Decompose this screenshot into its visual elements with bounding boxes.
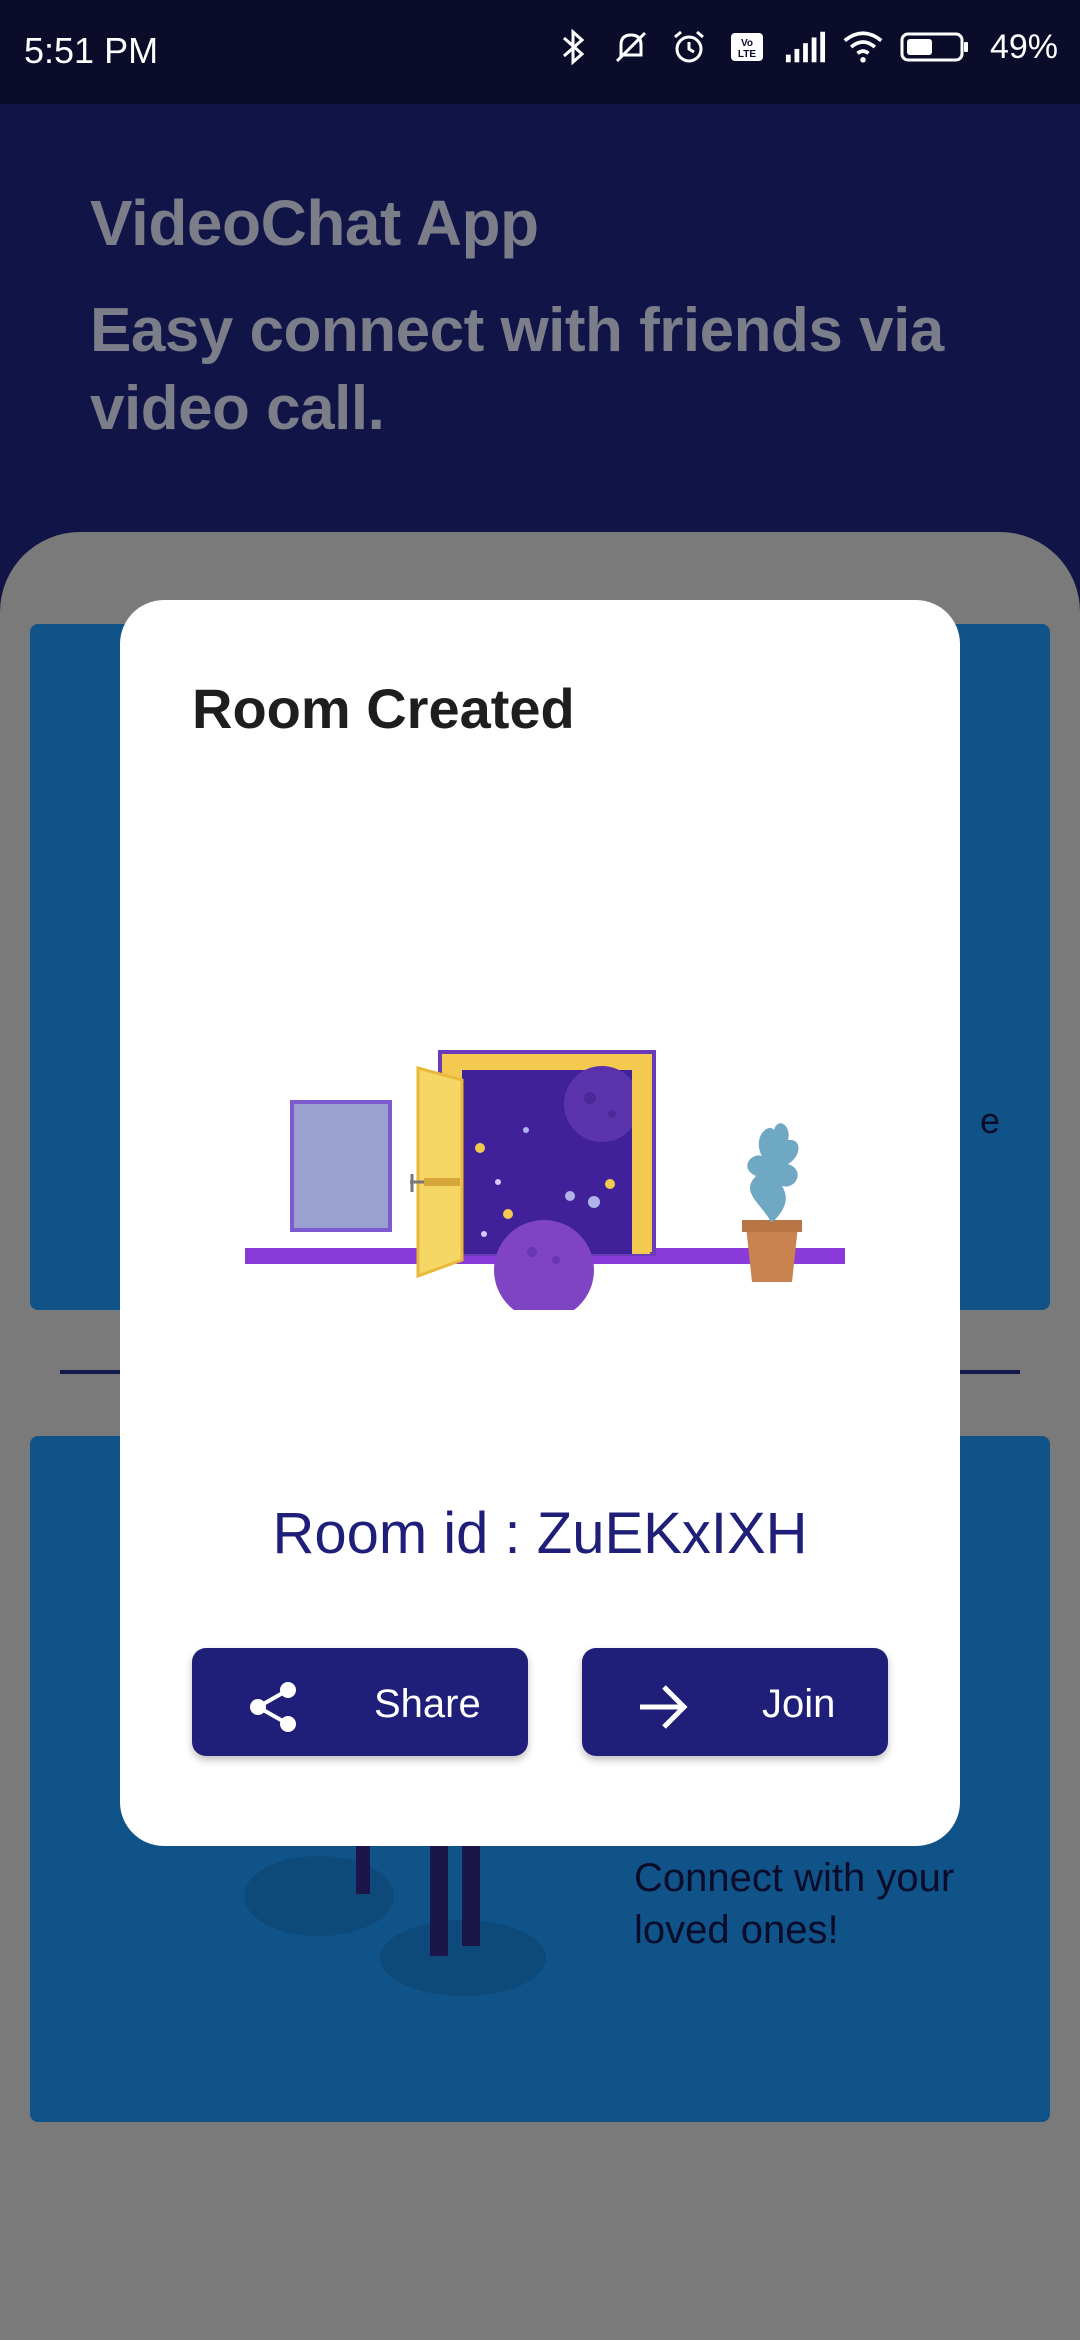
mute-icon <box>610 26 652 68</box>
alarm-icon <box>668 26 710 68</box>
room-id-label: Room id : ZuEKxIXH <box>272 1501 808 1566</box>
app-subtitle: Easy connect with friends via video call… <box>90 296 944 443</box>
person-leg <box>462 1846 480 1946</box>
person-leg <box>356 1840 370 1894</box>
status-bar: 5:51 PM Vo LTE 49% <box>0 0 1080 104</box>
battery-percent: 49% <box>989 27 1058 66</box>
battery-icon <box>900 26 970 68</box>
bluetooth-icon <box>552 26 594 68</box>
join-card-text: Connect with your loved ones! <box>634 1856 955 1952</box>
arrow-right-icon <box>634 1678 692 1736</box>
open-door-illustration <box>240 970 850 1320</box>
wifi-icon <box>842 26 884 68</box>
illustration-shadow <box>244 1856 394 1936</box>
share-button[interactable]: Share <box>192 1648 528 1756</box>
person-leg <box>430 1846 448 1956</box>
svg-text:Vo: Vo <box>741 38 753 49</box>
top-card-text-fragment: e <box>980 1100 1001 1141</box>
signal-icon <box>784 26 826 68</box>
share-icon <box>244 1678 302 1736</box>
join-button-label: Join <box>762 1682 836 1726</box>
app-title: VideoChat App <box>90 187 539 259</box>
join-button[interactable]: Join <box>582 1648 888 1756</box>
status-icons: Vo LTE 49% <box>552 26 1058 68</box>
dialog-title: Room Created <box>192 677 575 740</box>
divider-right <box>960 1370 1020 1374</box>
svg-text:LTE: LTE <box>738 49 756 60</box>
share-button-label: Share <box>374 1682 481 1726</box>
status-time: 5:51 PM <box>24 30 159 71</box>
volte-icon: Vo LTE <box>726 26 768 68</box>
room-created-dialog: Room Created Room id: ZuEKxIXH Share Jo… <box>120 600 960 1846</box>
